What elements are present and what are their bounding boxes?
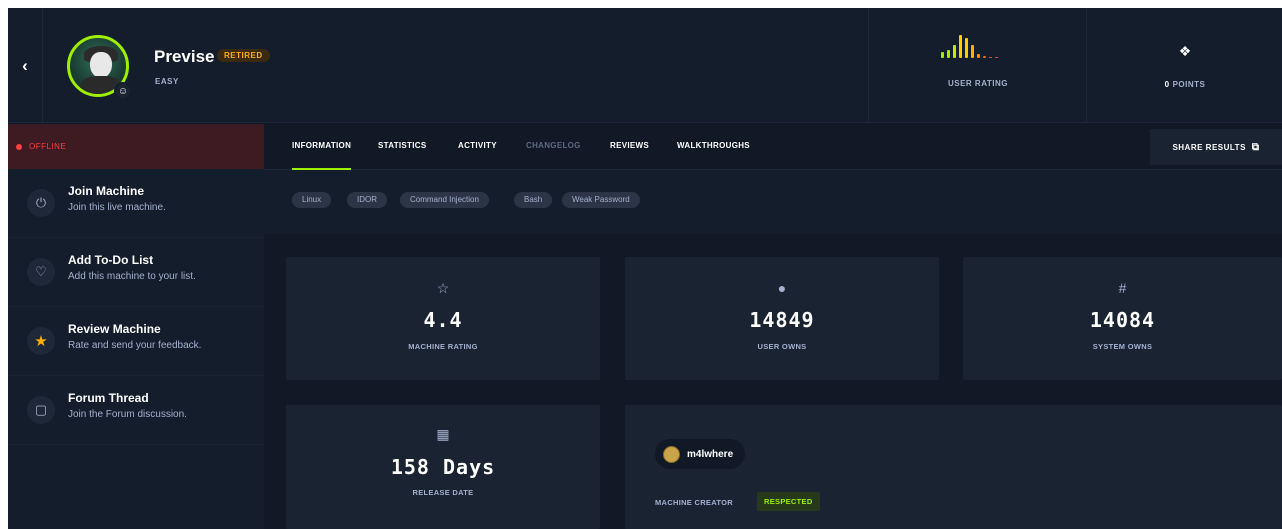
- creator-label: MACHINE CREATOR: [655, 498, 733, 507]
- machine-rating-value: 4.4: [423, 308, 463, 332]
- sidebar-item-title: Join Machine: [68, 184, 145, 198]
- points-label: 0 POINTS: [1087, 80, 1282, 89]
- system-owns-card: # 14084 SYSTEM OWNS: [963, 257, 1282, 380]
- creator-name: m4lwhere: [687, 448, 734, 460]
- rating-bar: [977, 54, 980, 58]
- sidebar-item-review-machine[interactable]: ★ Review Machine Rate and send your feed…: [8, 307, 264, 376]
- user-owns-label: USER OWNS: [757, 342, 807, 351]
- release-date-value: 158 Days: [390, 455, 496, 479]
- machine-rating-card: ☆ 4.4 MACHINE RATING: [286, 257, 600, 380]
- tag-bash[interactable]: Bash: [514, 192, 553, 208]
- status-dot-icon: [16, 143, 22, 150]
- tab-walkthroughs[interactable]: WALKTHROUGHS: [677, 124, 750, 170]
- sidebar-item-forum-thread[interactable]: ▢ Forum Thread Join the Forum discussion…: [8, 376, 264, 445]
- rating-bar: [995, 57, 998, 58]
- system-owns-value: 14084: [1089, 308, 1156, 332]
- chevron-left-icon: ‹: [22, 55, 28, 75]
- rating-bar: [947, 50, 950, 58]
- release-date-card: ▦ 158 Days RELEASE DATE: [286, 405, 600, 529]
- rating-bar: [983, 56, 986, 58]
- retired-badge: RETIRED: [217, 49, 270, 62]
- user-rating-bars: [941, 34, 1031, 58]
- star-icon: ★: [27, 327, 55, 355]
- points-value: 0: [1164, 80, 1170, 89]
- sidebar-item-join-machine[interactable]: ⏻ Join Machine Join this live machine.: [8, 169, 264, 238]
- heart-icon: ♡: [27, 258, 55, 286]
- tab-reviews[interactable]: REVIEWS: [610, 124, 649, 170]
- points-panel: ❖ 0 POINTS: [1086, 8, 1282, 123]
- creator-avatar: [663, 445, 680, 463]
- share-results-label: SHARE RESULTS: [1172, 142, 1246, 152]
- sidebar-item-title: Add To-Do List: [68, 253, 154, 267]
- creator-card: m4lwhere MACHINE CREATOR RESPECTED: [625, 405, 1282, 529]
- hash-icon: #: [1118, 280, 1127, 296]
- machine-page: ‹ ☺ Previse RETIRED EASY USER RATING ❖ 0…: [8, 8, 1282, 529]
- sidebar-item-title: Review Machine: [68, 322, 161, 336]
- tag-linux[interactable]: Linux: [292, 192, 332, 208]
- user-icon: ●: [777, 280, 787, 296]
- tag-idor[interactable]: IDOR: [347, 192, 387, 208]
- sidebar-item-desc: Join the Forum discussion.: [68, 409, 187, 420]
- tag-command-injection[interactable]: Command Injection: [400, 192, 489, 208]
- note-icon: ▢: [27, 396, 55, 424]
- machine-name: Previse: [154, 47, 215, 66]
- tab-information[interactable]: INFORMATION: [292, 124, 352, 170]
- sidebar-item-desc: Rate and send your feedback.: [68, 340, 202, 351]
- tag-list: Linux IDOR Command Injection Bash Weak P…: [264, 170, 1282, 234]
- rating-bar: [965, 38, 968, 58]
- sidebar-item-desc: Join this live machine.: [68, 202, 166, 213]
- tab-statistics[interactable]: STATISTICS: [378, 124, 426, 170]
- user-owns-value: 14849: [749, 308, 815, 332]
- star-outline-icon: ☆: [436, 280, 450, 296]
- rating-bar: [959, 35, 962, 58]
- release-date-label: RELEASE DATE: [412, 488, 474, 497]
- machine-rating-label: MACHINE RATING: [408, 342, 478, 351]
- machine-header: ‹ ☺ Previse RETIRED EASY USER RATING ❖ 0…: [8, 8, 1282, 123]
- status-text: OFFLINE: [29, 142, 67, 151]
- difficulty-label: EASY: [155, 77, 179, 86]
- points-diamond-icon: ❖: [1178, 43, 1192, 59]
- linux-os-icon: ☺: [114, 82, 132, 100]
- power-icon: ⏻: [27, 189, 55, 217]
- rating-bar: [989, 57, 992, 58]
- back-button[interactable]: ‹: [8, 8, 43, 123]
- machine-tabs: INFORMATION STATISTICS ACTIVITY CHANGELO…: [264, 124, 1282, 170]
- machine-sidebar: OFFLINE ⏻ Join Machine Join this live ma…: [8, 124, 264, 529]
- sidebar-item-add-todo[interactable]: ♡ Add To-Do List Add this machine to you…: [8, 238, 264, 307]
- user-rating-label: USER RATING: [947, 79, 1009, 88]
- creator-chip[interactable]: m4lwhere: [655, 439, 746, 469]
- rating-bar: [971, 45, 974, 58]
- tab-activity[interactable]: ACTIVITY: [458, 124, 497, 170]
- user-owns-card: ● 14849 USER OWNS: [625, 257, 939, 380]
- sidebar-item-title: Forum Thread: [68, 391, 149, 405]
- external-link-icon: ⧉: [1251, 141, 1260, 153]
- share-results-button[interactable]: SHARE RESULTS ⧉: [1150, 129, 1282, 165]
- rating-bar: [953, 45, 956, 58]
- user-rating-panel: USER RATING: [868, 8, 1086, 123]
- calendar-icon: ▦: [436, 426, 450, 442]
- tag-weak-password[interactable]: Weak Password: [562, 192, 640, 208]
- tab-changelog[interactable]: CHANGELOG: [526, 124, 581, 170]
- respected-badge: RESPECTED: [757, 492, 820, 511]
- system-owns-label: SYSTEM OWNS: [1092, 342, 1153, 351]
- points-text: POINTS: [1172, 80, 1206, 89]
- sidebar-item-desc: Add this machine to your list.: [68, 271, 196, 282]
- machine-status: OFFLINE: [8, 124, 264, 169]
- rating-bar: [941, 52, 944, 58]
